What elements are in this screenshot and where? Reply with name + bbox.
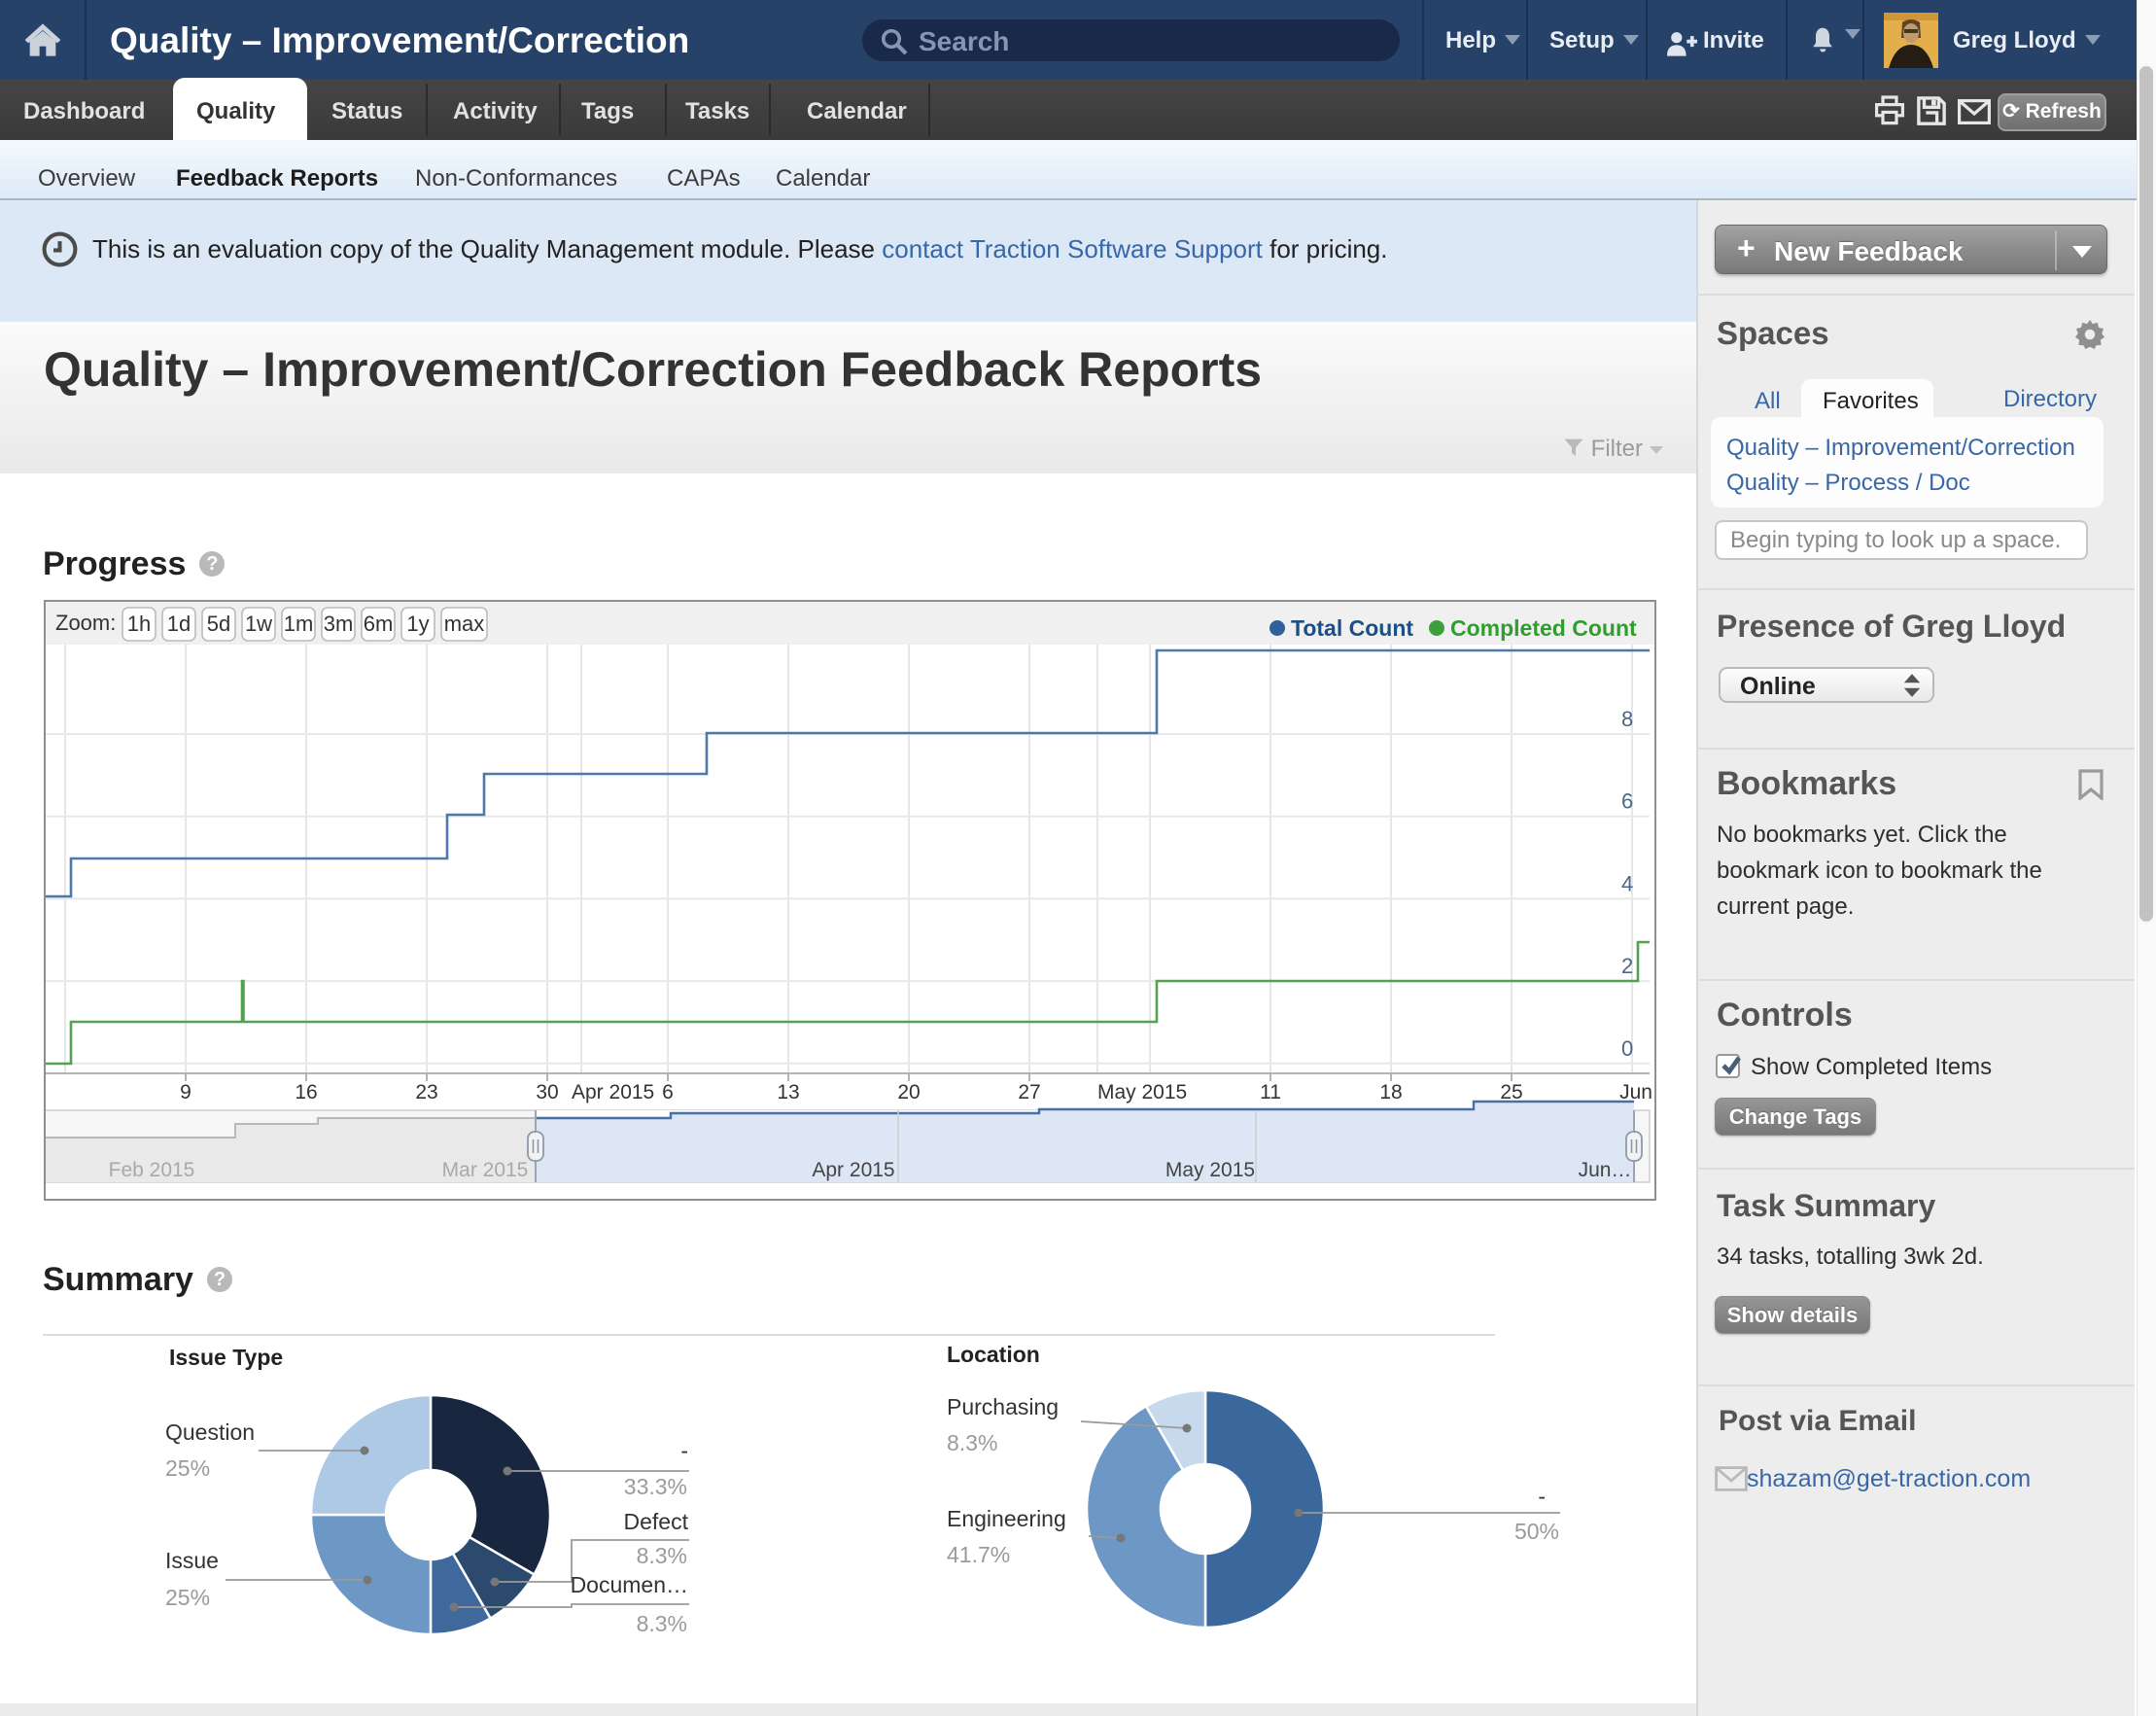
svg-text:May 2015: May 2015 <box>1097 1081 1187 1103</box>
svg-text:May 2015: May 2015 <box>1165 1159 1255 1181</box>
svg-text:Apr 2015: Apr 2015 <box>812 1159 894 1181</box>
svg-text:Engineering: Engineering <box>947 1506 1066 1531</box>
svg-text:11: 11 <box>1260 1081 1281 1103</box>
svg-text:4: 4 <box>1621 871 1633 895</box>
svg-text:Issue: Issue <box>165 1548 219 1573</box>
svg-text:max: max <box>444 612 485 636</box>
svg-text:25%: 25% <box>165 1585 210 1610</box>
svg-text:Jun…: Jun… <box>1579 1159 1632 1181</box>
svg-text:13: 13 <box>777 1081 799 1103</box>
svg-text:Jun: Jun <box>1619 1081 1652 1103</box>
svg-text:20: 20 <box>897 1081 920 1103</box>
svg-text:27: 27 <box>1018 1081 1040 1103</box>
svg-text:2: 2 <box>1621 954 1633 978</box>
svg-text:0: 0 <box>1621 1036 1633 1061</box>
svg-text:1m: 1m <box>284 612 314 636</box>
svg-text:6: 6 <box>1621 789 1633 814</box>
svg-text:8.3%: 8.3% <box>637 1611 687 1636</box>
svg-text:25: 25 <box>1500 1081 1522 1103</box>
svg-text:1d: 1d <box>167 612 191 636</box>
svg-text:Apr 2015: Apr 2015 <box>572 1081 654 1103</box>
svg-text:Mar 2015: Mar 2015 <box>442 1159 529 1181</box>
svg-text:23: 23 <box>415 1081 437 1103</box>
svg-text:30: 30 <box>536 1081 558 1103</box>
svg-text:9: 9 <box>180 1081 191 1103</box>
svg-text:8.3%: 8.3% <box>947 1430 997 1455</box>
svg-text:Feb 2015: Feb 2015 <box>109 1159 195 1181</box>
svg-text:41.7%: 41.7% <box>947 1542 1010 1567</box>
svg-text:16: 16 <box>295 1081 317 1103</box>
svg-text:Question: Question <box>165 1419 255 1445</box>
svg-text:50%: 50% <box>1514 1519 1559 1544</box>
svg-text:3m: 3m <box>324 612 354 636</box>
svg-text:Purchasing: Purchasing <box>947 1394 1059 1419</box>
svg-text:25%: 25% <box>165 1455 210 1481</box>
svg-text:Defect: Defect <box>624 1509 689 1534</box>
svg-text:6m: 6m <box>364 612 394 636</box>
svg-text:5d: 5d <box>207 612 230 636</box>
svg-text:33.3%: 33.3% <box>624 1474 687 1499</box>
svg-text:Documen…: Documen… <box>571 1572 688 1597</box>
svg-text:8: 8 <box>1621 707 1633 731</box>
svg-text:8.3%: 8.3% <box>637 1543 687 1568</box>
svg-text:6: 6 <box>662 1081 674 1103</box>
svg-text:Completed Count: Completed Count <box>1450 615 1637 641</box>
svg-text:1w: 1w <box>245 612 272 636</box>
svg-text:18: 18 <box>1379 1081 1402 1103</box>
svg-text:Zoom:: Zoom: <box>55 611 116 635</box>
svg-text:1h: 1h <box>127 612 151 636</box>
svg-text:Total Count: Total Count <box>1291 615 1413 641</box>
svg-text:-: - <box>1538 1484 1546 1509</box>
svg-text:1y: 1y <box>406 612 429 636</box>
svg-text:-: - <box>680 1438 688 1463</box>
